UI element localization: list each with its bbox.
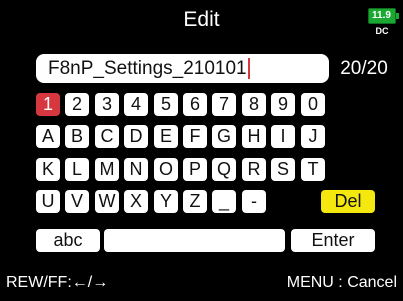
- text-cursor: [247, 58, 250, 80]
- abc-mode-key[interactable]: abc: [36, 229, 100, 252]
- key-o[interactable]: O: [154, 158, 178, 181]
- key-b[interactable]: B: [65, 125, 89, 148]
- key-c[interactable]: C: [95, 125, 119, 148]
- power-source-label: DC: [375, 26, 389, 36]
- key-j[interactable]: J: [301, 125, 325, 148]
- key-z[interactable]: Z: [183, 190, 207, 213]
- key-l[interactable]: L: [65, 158, 89, 181]
- key-9[interactable]: 9: [271, 93, 295, 116]
- key-a[interactable]: A: [36, 125, 60, 148]
- key-0[interactable]: 0: [301, 93, 325, 116]
- enter-key[interactable]: Enter: [291, 229, 375, 252]
- character-count: 20/20: [340, 58, 388, 79]
- key-n[interactable]: N: [124, 158, 148, 181]
- battery-voltage: 11.9: [372, 10, 391, 21]
- key-7[interactable]: 7: [212, 93, 236, 116]
- key-k[interactable]: K: [36, 158, 60, 181]
- space-key[interactable]: [104, 229, 285, 252]
- key-p[interactable]: P: [183, 158, 207, 181]
- cancel-hint: MENU : Cancel: [286, 274, 397, 291]
- key-6[interactable]: 6: [183, 93, 207, 116]
- key-hyphen[interactable]: -: [242, 190, 266, 213]
- key-h[interactable]: H: [242, 125, 266, 148]
- filename-input[interactable]: F8nP_Settings_210101: [36, 54, 329, 83]
- key-8[interactable]: 8: [242, 93, 266, 116]
- nav-hint: REW/FF:←/→: [6, 274, 109, 291]
- key-f[interactable]: F: [183, 125, 207, 148]
- key-d[interactable]: D: [124, 125, 148, 148]
- key-e[interactable]: E: [154, 125, 178, 148]
- delete-key[interactable]: Del: [321, 190, 375, 213]
- key-5[interactable]: 5: [154, 93, 178, 116]
- key-2[interactable]: 2: [65, 93, 89, 116]
- key-1[interactable]: 1: [36, 93, 60, 116]
- page-title: Edit: [183, 8, 220, 31]
- key-t[interactable]: T: [301, 158, 325, 181]
- key-i[interactable]: I: [271, 125, 295, 148]
- key-y[interactable]: Y: [154, 190, 178, 213]
- key-4[interactable]: 4: [124, 93, 148, 116]
- key-x[interactable]: X: [124, 190, 148, 213]
- key-s[interactable]: S: [271, 158, 295, 181]
- key-m[interactable]: M: [95, 158, 119, 181]
- battery-indicator: 11.9 DC: [366, 6, 399, 38]
- key-v[interactable]: V: [65, 190, 89, 213]
- key-underscore[interactable]: _: [212, 190, 236, 213]
- key-g[interactable]: G: [212, 125, 236, 148]
- key-3[interactable]: 3: [95, 93, 119, 116]
- key-q[interactable]: Q: [212, 158, 236, 181]
- key-r[interactable]: R: [242, 158, 266, 181]
- key-u[interactable]: U: [36, 190, 60, 213]
- filename-text: F8nP_Settings_210101: [48, 58, 247, 79]
- key-w[interactable]: W: [95, 190, 119, 213]
